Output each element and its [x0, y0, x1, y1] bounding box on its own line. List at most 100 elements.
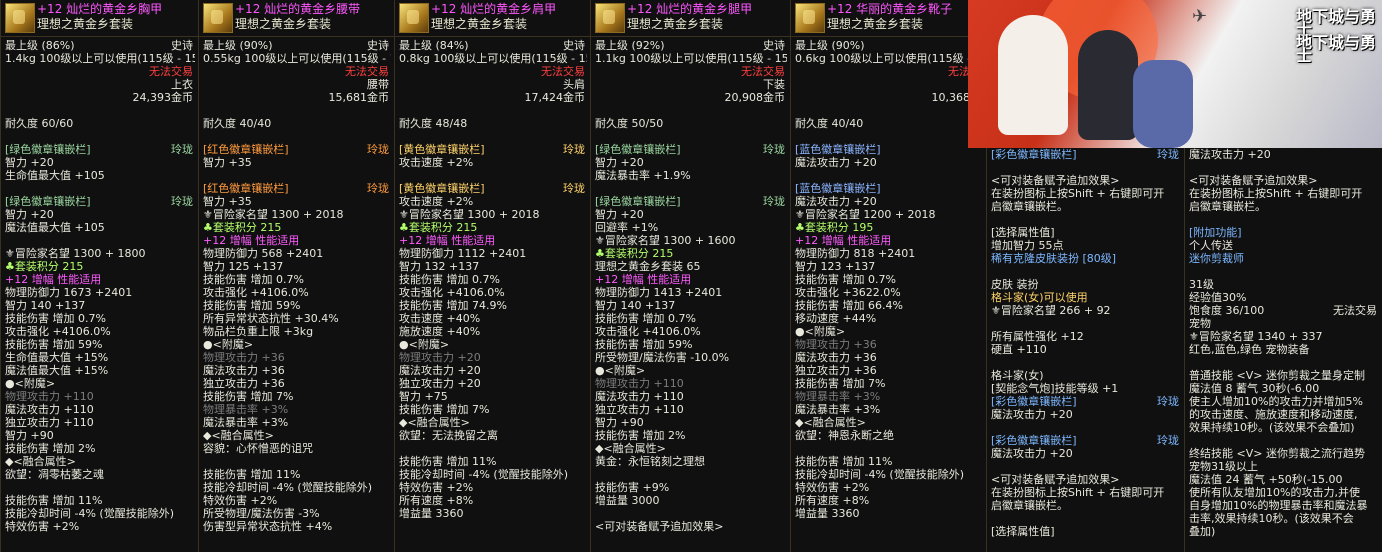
banner-character — [1133, 60, 1193, 148]
tooltip-line: 饱食度 36/100 无法交易 — [1189, 304, 1379, 317]
line-text: 魔法攻击力 +20 — [399, 364, 481, 377]
tooltip-line — [5, 130, 195, 143]
tooltip-line: 上衣 — [5, 78, 195, 91]
tooltip-line — [795, 169, 983, 182]
line-text: 物理攻击力 +20 — [399, 351, 481, 364]
line-text: 智力 +20 — [595, 156, 644, 169]
line-text: 攻击速度 +2% — [399, 156, 474, 169]
tooltip-line: 技能伤害 +9% — [595, 481, 787, 494]
line-text: 魔法值 24 蓄气 +50秒(-15.00 — [1189, 473, 1343, 486]
line-text: 效果持续10秒。(该效果不会叠加) — [1189, 421, 1355, 434]
tooltip-line: 魔法攻击力 +110 — [5, 403, 195, 416]
line-text: 宠物31级以上 — [1189, 460, 1258, 473]
chest-armor-icon[interactable] — [5, 3, 35, 33]
tooltip-line: 特效伤害 +2% — [795, 481, 983, 494]
line-text: [彩色徽章镶嵌栏] — [991, 434, 1077, 447]
line-text: 攻击强化 +4106.0% — [595, 325, 701, 338]
line-right-text: 史诗 — [171, 39, 193, 52]
tooltip-line: 回避率 +1% — [595, 221, 787, 234]
game-banner-image: ✈ 地下城与勇士 地下城与勇士 — [968, 0, 1382, 148]
tooltip-line — [991, 265, 1181, 278]
line-text: 技能冷却时间 -4% (觉醒技能除外) — [795, 468, 964, 481]
line-text: ◆<融合属性> — [203, 429, 274, 442]
tooltip-line: 魔法攻击力 +20 — [991, 408, 1181, 421]
set-name: 理想之黄金乡套装 — [627, 17, 724, 31]
tooltip-line — [991, 213, 1181, 226]
line-text: ●<附魔> — [5, 377, 56, 390]
line-text: ●<附魔> — [399, 338, 450, 351]
tooltip-line: 攻击速度 +40% — [399, 312, 587, 325]
line-text: 耐久度 60/60 — [5, 117, 74, 130]
line-text: +12 增幅 性能适用 — [203, 234, 300, 247]
line-text: 魔法攻击力 +20 — [1189, 148, 1271, 161]
line-text: 魔法攻击力 +20 — [991, 447, 1073, 460]
line-text: 物理防御力 1673 +2401 — [5, 286, 133, 299]
tooltip-line: 耐久度 40/40 — [203, 117, 391, 130]
tooltip-line: [契能念气炮]技能等级 +1 — [991, 382, 1181, 395]
line-right-text: 玲珑 — [563, 143, 585, 156]
tooltip-line: 在装扮图标上按Shift + 右键即可开 — [991, 486, 1181, 499]
tooltip-line: 特效伤害 +2% — [203, 494, 391, 507]
line-text: 在装扮图标上按Shift + 右键即可开 — [991, 187, 1165, 200]
line-text: 魔法暴击率 +1.9% — [595, 169, 691, 182]
banner-character — [1078, 30, 1138, 140]
tooltip-line: 技能伤害 增加 7% — [203, 390, 391, 403]
line-text: 特效伤害 +2% — [399, 481, 474, 494]
line-text: +12 增幅 性能适用 — [5, 273, 102, 286]
line-right-text: 玲珑 — [367, 182, 389, 195]
item-name: +12 灿烂的黄金乡胸甲 — [37, 2, 163, 16]
tooltip-line: 的攻击速度、施放速度和移动速度, — [1189, 408, 1379, 421]
tooltip-line: 耐久度 60/60 — [5, 117, 195, 130]
tooltip-line: ⚜冒险家名望 266 + 92 — [991, 304, 1181, 317]
boots-icon[interactable] — [795, 3, 825, 33]
tooltip-line: 击率,效果持续10秒。(该效果不会 — [1189, 512, 1379, 525]
tooltip-line — [991, 356, 1181, 369]
leg-armor-icon[interactable] — [595, 3, 625, 33]
line-text: 物理攻击力 +36 — [795, 338, 877, 351]
tooltip-line: 技能伤害 增加 74.9% — [399, 299, 587, 312]
tooltip-line: 头肩 — [399, 78, 587, 91]
line-text: 技能伤害 增加 59% — [203, 299, 301, 312]
tooltip-line — [399, 130, 587, 143]
line-text: 物理防御力 818 +2401 — [795, 247, 916, 260]
shoulder-armor-icon[interactable] — [399, 3, 429, 33]
line-right-text: 上衣 — [171, 78, 193, 91]
line-text: 技能伤害 增加 11% — [203, 468, 301, 481]
tooltip-line: 智力 +20 — [595, 156, 787, 169]
tooltip-line: 生命值最大值 +105 — [5, 169, 195, 182]
tooltip-line: 魔法暴击率 +1.9% — [595, 169, 787, 182]
line-text: 物理攻击力 +36 — [203, 351, 285, 364]
game-logo: 地下城与勇士 — [1296, 33, 1377, 65]
tooltip-line: ⚜冒险家名望 1300 + 1800 — [5, 247, 195, 260]
tooltip-line: 普通技能 <V> 迷你剪裁之量身定制 — [1189, 369, 1379, 382]
tooltip-line: 伤害型异常状态抗性 +4% — [203, 520, 391, 533]
tooltip-line: 智力 +35 — [203, 195, 391, 208]
tooltip-line — [399, 169, 587, 182]
tooltip-line: 生命值最大值 +15% — [5, 351, 195, 364]
tooltip-line: 技能伤害 增加 59% — [5, 338, 195, 351]
tooltip-line: ◆<融合属性> — [595, 442, 787, 455]
tooltip-line: 技能伤害 增加 0.7% — [795, 273, 983, 286]
tooltip-line: 魔法值 24 蓄气 +50秒(-15.00 — [1189, 473, 1379, 486]
tooltip-line: 15,681金币 — [203, 91, 391, 104]
tooltip-line: 启徽章镶嵌栏。 — [991, 499, 1181, 512]
belt-icon[interactable] — [203, 3, 233, 33]
tooltip-line: 魔法暴击率 +3% — [795, 403, 983, 416]
item-name: +12 灿烂的黄金乡腿甲 — [627, 2, 753, 16]
tooltip-line: 技能伤害 增加 66.4% — [795, 299, 983, 312]
tooltip-line — [595, 468, 787, 481]
tooltip-line: 魔法攻击力 +20 — [795, 156, 983, 169]
tooltip-line — [399, 104, 587, 117]
tooltip-line: 智力 +90 — [595, 416, 787, 429]
line-text: 最上级 (92%) — [595, 39, 665, 52]
tooltip-header: +12 灿烂的黄金乡胸甲 理想之黄金乡套装 — [1, 0, 199, 37]
tooltip-line: 魔法值 8 蓄气 30秒(-6.00 — [1189, 382, 1379, 395]
tooltip-body: 最上级 (86%) 史诗 1.4kg 100级以上可以使用(115级 - 15) 无法… — [1, 37, 199, 533]
tooltip-line: 攻击强化 +3622.0% — [795, 286, 983, 299]
line-text: 技能伤害 +9% — [595, 481, 670, 494]
tooltip-line: 物理暴击率 +3% — [795, 390, 983, 403]
tooltip-line — [1189, 265, 1379, 278]
tooltip-line: 在装扮图标上按Shift + 右键即可开 — [991, 187, 1181, 200]
tooltip-line: 物理防御力 1673 +2401 — [5, 286, 195, 299]
tooltip-line: ⚜冒险家名望 1300 + 2018 — [203, 208, 391, 221]
